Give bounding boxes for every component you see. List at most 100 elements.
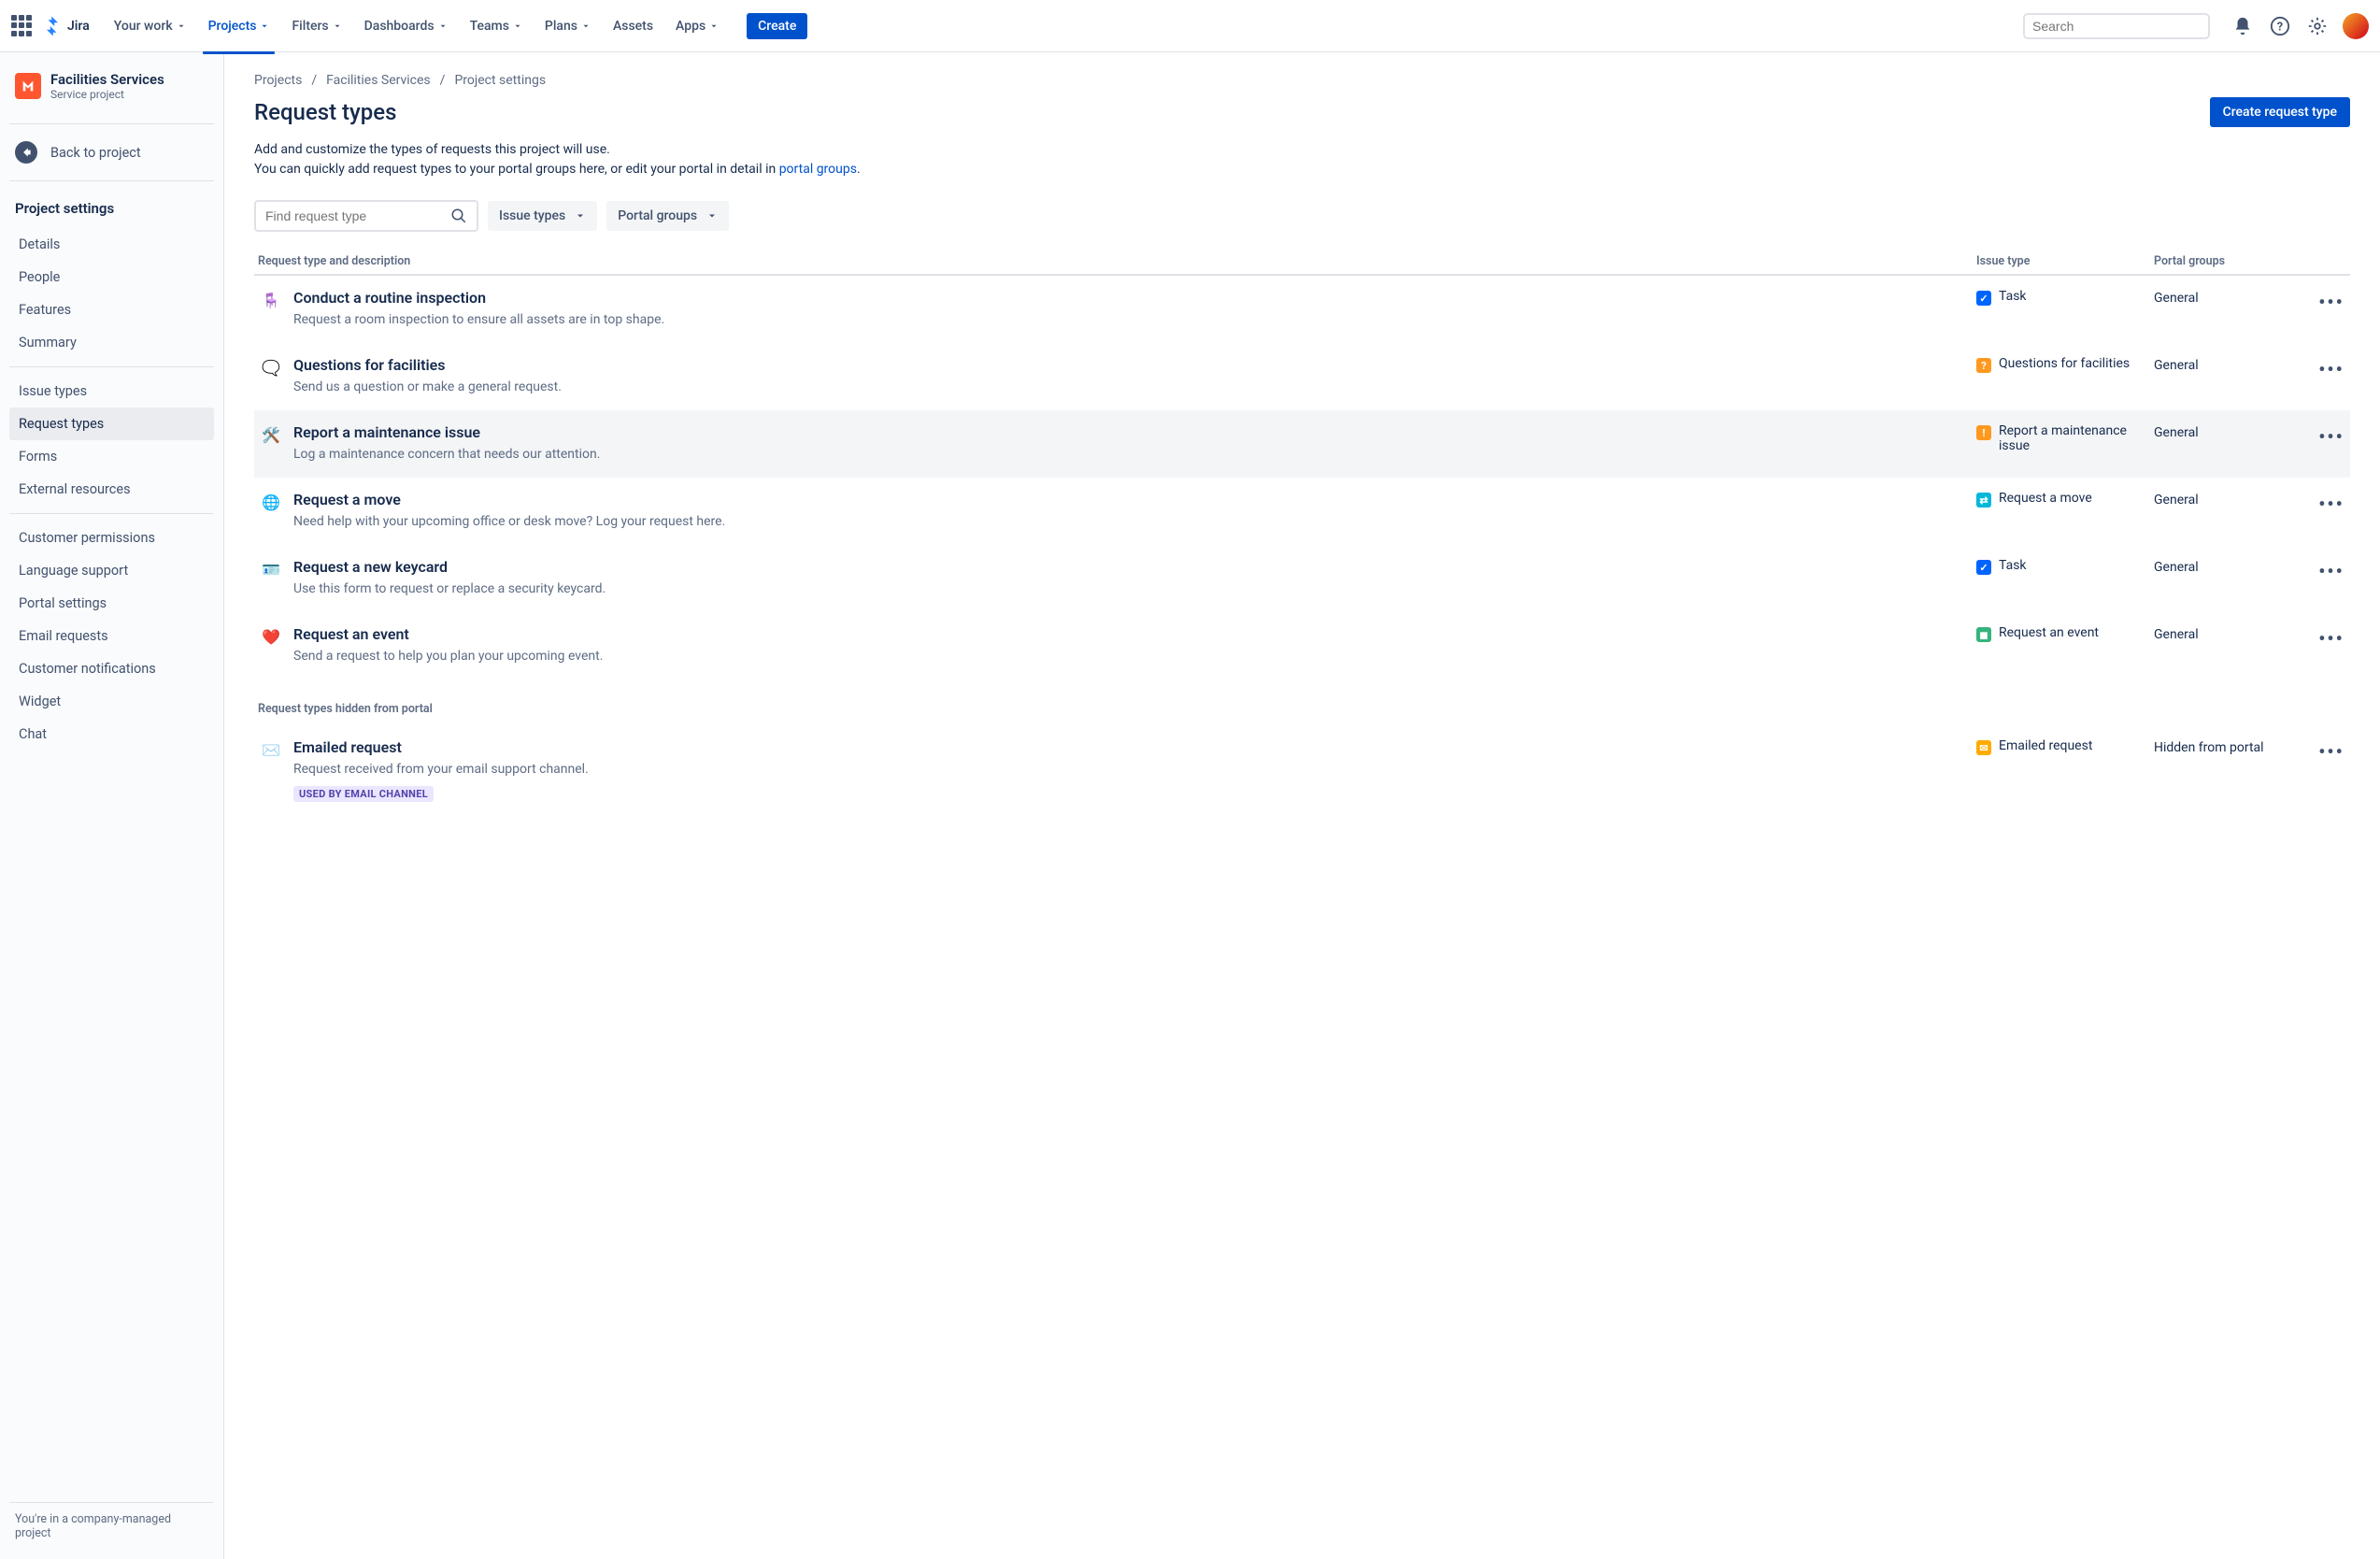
breadcrumb: Projects/Facilities Services/Project set… xyxy=(254,73,2350,88)
sidebar-item-customer-permissions[interactable]: Customer permissions xyxy=(9,522,214,554)
back-arrow-icon xyxy=(15,141,37,164)
request-type-name: Request an event xyxy=(293,625,1958,643)
request-type-icon: 🪑 xyxy=(260,289,282,311)
back-to-project-link[interactable]: Back to project xyxy=(9,132,214,173)
row-actions-button[interactable]: ••• xyxy=(2318,627,2344,650)
create-button[interactable]: Create xyxy=(747,13,807,39)
nav-item-assets[interactable]: Assets xyxy=(604,11,663,41)
sidebar-item-external-resources[interactable]: External resources xyxy=(9,473,214,506)
nav-item-plans[interactable]: Plans xyxy=(535,11,600,41)
back-label: Back to project xyxy=(50,145,141,161)
breadcrumb-facilities-services[interactable]: Facilities Services xyxy=(326,73,431,88)
request-type-name: Report a maintenance issue xyxy=(293,423,1958,441)
request-type-row[interactable]: 🌐 Request a move Need help with your upcom… xyxy=(254,478,2350,545)
request-type-row[interactable]: 🪪 Request a new keycard Use this form to r… xyxy=(254,545,2350,612)
col-portal-groups: Portal groups xyxy=(2154,254,2313,268)
row-actions-button[interactable]: ••• xyxy=(2318,560,2344,582)
request-type-row[interactable]: 🗨️Questions for facilitiesSend us a ques… xyxy=(254,343,2350,410)
sidebar-item-language-support[interactable]: Language support xyxy=(9,554,214,587)
row-actions-button[interactable]: ••• xyxy=(2318,493,2344,515)
request-type-name: Request a new keycard xyxy=(293,558,1958,576)
project-header[interactable]: Facilities Services Service project xyxy=(9,71,214,116)
table-header: Request type and description Issue type … xyxy=(254,249,2350,276)
row-actions-button[interactable]: ••• xyxy=(2318,425,2344,448)
top-icons: ? xyxy=(2230,13,2369,39)
issue-type-label: Task xyxy=(1999,558,2027,573)
issue-type-label: Request a move xyxy=(1999,491,2092,506)
sidebar-item-details[interactable]: Details xyxy=(9,228,214,261)
chevron-down-icon xyxy=(709,21,719,31)
issue-type-label: Report a maintenance issue xyxy=(1999,423,2154,453)
filter-bar: Issue types Portal groups xyxy=(254,200,2350,232)
notifications-icon[interactable] xyxy=(2230,14,2255,38)
help-icon[interactable]: ? xyxy=(2268,14,2292,38)
issue-type-icon: ◼ xyxy=(1976,627,1991,642)
portal-group-label: General xyxy=(2154,625,2313,642)
nav-item-dashboards[interactable]: Dashboards xyxy=(355,11,457,41)
issue-types-filter[interactable]: Issue types xyxy=(488,201,597,231)
profile-avatar[interactable] xyxy=(2343,13,2369,39)
request-type-desc: Use this form to request or replace a se… xyxy=(293,581,1958,596)
issue-type-icon: ⇄ xyxy=(1976,493,1991,508)
issue-type-label: Request an event xyxy=(1999,625,2099,640)
breadcrumb-project-settings[interactable]: Project settings xyxy=(454,73,546,88)
breadcrumb-projects[interactable]: Projects xyxy=(254,73,302,88)
create-request-type-button[interactable]: Create request type xyxy=(2210,97,2350,127)
sidebar-item-chat[interactable]: Chat xyxy=(9,718,214,751)
row-actions-button[interactable]: ••• xyxy=(2318,740,2344,763)
issue-type-icon: ✓ xyxy=(1976,291,1991,306)
sidebar-item-request-types[interactable]: Request types xyxy=(9,408,214,440)
nav-item-projects[interactable]: Projects xyxy=(199,11,279,41)
sidebar-item-features[interactable]: Features xyxy=(9,293,214,326)
nav-items: Your workProjectsFiltersDashboardsTeamsP… xyxy=(105,11,728,41)
chevron-down-icon xyxy=(260,21,269,31)
chevron-down-icon xyxy=(333,21,342,31)
sidebar-item-people[interactable]: People xyxy=(9,261,214,293)
row-actions-button[interactable]: ••• xyxy=(2318,358,2344,380)
sidebar-footer: You're in a company-managed project xyxy=(9,1502,214,1550)
request-type-row[interactable]: 🪑Conduct a routine inspectionRequest a r… xyxy=(254,276,2350,343)
find-request-type-field[interactable] xyxy=(254,200,478,232)
request-type-row[interactable]: ❤️Request an eventSend a request to help… xyxy=(254,612,2350,679)
project-name: Facilities Services xyxy=(50,71,164,88)
global-search[interactable] xyxy=(2023,13,2210,39)
nav-item-your-work[interactable]: Your work xyxy=(105,11,195,41)
search-input[interactable] xyxy=(2032,19,2202,34)
sidebar-item-email-requests[interactable]: Email requests xyxy=(9,620,214,652)
portal-groups-filter[interactable]: Portal groups xyxy=(606,201,729,231)
chevron-down-icon xyxy=(581,21,591,31)
settings-icon[interactable] xyxy=(2305,14,2330,38)
issue-type-icon: ! xyxy=(1976,425,1991,440)
request-type-icon: 🌐 xyxy=(260,491,282,513)
main-content: Projects/Facilities Services/Project set… xyxy=(224,52,2380,1559)
request-type-row[interactable]: ✉️Emailed requestRequest received from y… xyxy=(254,725,2350,818)
app-switcher-icon[interactable] xyxy=(11,15,34,37)
sidebar-item-issue-types[interactable]: Issue types xyxy=(9,375,214,408)
portal-group-label: Hidden from portal xyxy=(2154,738,2313,755)
hidden-section-heading: Request types hidden from portal xyxy=(258,702,2350,716)
find-input[interactable] xyxy=(265,208,450,223)
sidebar-item-widget[interactable]: Widget xyxy=(9,685,214,718)
sidebar-item-forms[interactable]: Forms xyxy=(9,440,214,473)
request-type-row[interactable]: 🛠️Report a maintenance issueLog a mainte… xyxy=(254,410,2350,478)
sidebar-item-portal-settings[interactable]: Portal settings xyxy=(9,587,214,620)
request-type-desc: Need help with your upcoming office or d… xyxy=(293,514,1958,529)
project-type: Service project xyxy=(50,88,164,101)
jira-logo[interactable]: Jira xyxy=(41,15,90,37)
nav-item-apps[interactable]: Apps xyxy=(666,11,728,41)
nav-item-teams[interactable]: Teams xyxy=(461,11,532,41)
product-name: Jira xyxy=(67,19,90,34)
chevron-down-icon xyxy=(513,21,522,31)
request-type-icon: 🪪 xyxy=(260,558,282,580)
sidebar-item-customer-notifications[interactable]: Customer notifications xyxy=(9,652,214,685)
sidebar: Facilities Services Service project Back… xyxy=(0,52,224,1559)
issue-type-label: Emailed request xyxy=(1999,738,2092,753)
portal-group-label: General xyxy=(2154,356,2313,373)
sidebar-item-summary[interactable]: Summary xyxy=(9,326,214,359)
row-actions-button[interactable]: ••• xyxy=(2318,291,2344,313)
issue-type-icon: ✓ xyxy=(1976,560,1991,575)
request-type-name: Request a move xyxy=(293,491,1958,508)
request-type-desc: Log a maintenance concern that needs our… xyxy=(293,447,1958,462)
portal-groups-link[interactable]: portal groups xyxy=(779,162,857,177)
nav-item-filters[interactable]: Filters xyxy=(282,11,350,41)
